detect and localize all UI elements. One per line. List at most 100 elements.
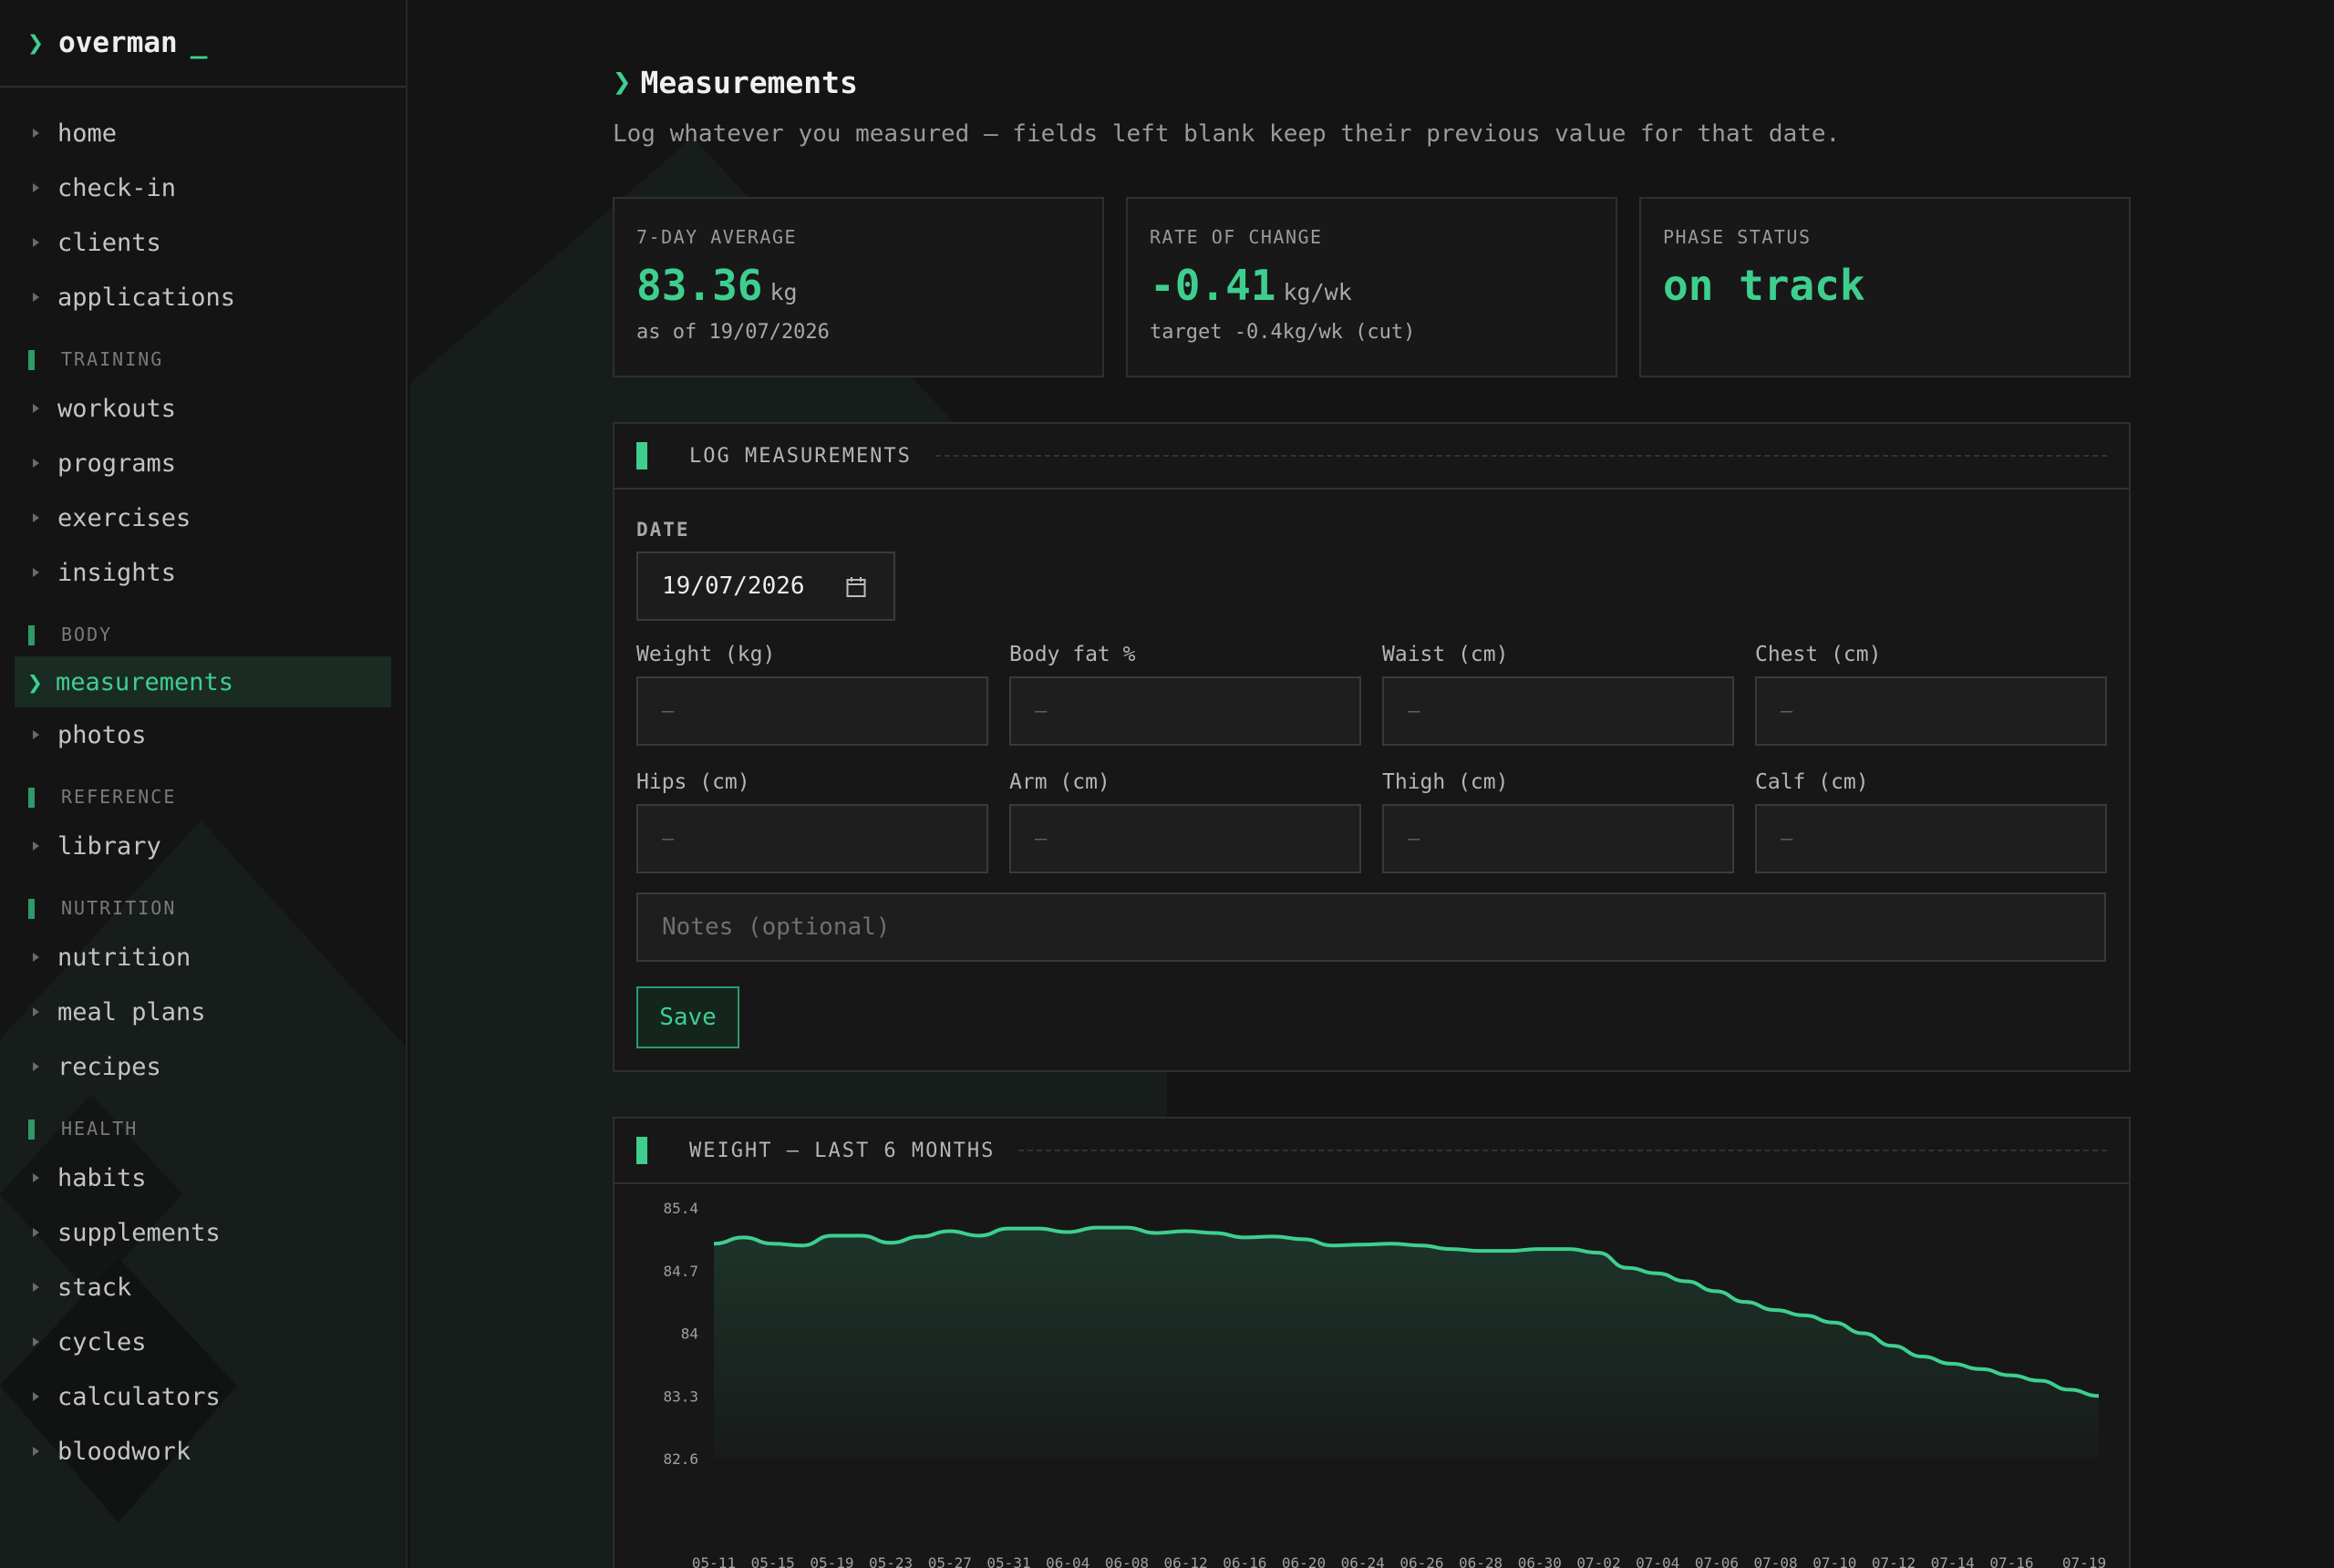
sidebar-item-label: meal plans	[57, 997, 206, 1026]
notes-placeholder: Notes (optional)	[662, 913, 891, 941]
app-brand[interactable]: ❯ overman _	[0, 0, 406, 88]
sidebar-item-stack[interactable]: stack	[0, 1260, 406, 1315]
arm-label: Arm (cm)	[1009, 770, 1110, 794]
body-fat-label: Body fat %	[1009, 643, 1136, 666]
x-tick-label: 05-31	[986, 1554, 1030, 1568]
calendar-icon[interactable]	[846, 576, 866, 598]
app-name: overman	[58, 26, 178, 59]
sidebar-item-applications[interactable]: applications	[0, 270, 406, 325]
accent-bar	[636, 1137, 647, 1164]
caret-right-icon	[33, 841, 39, 851]
page-subtitle: Log whatever you measured — fields left …	[613, 120, 1841, 148]
sidebar-item-bloodwork[interactable]: bloodwork	[0, 1424, 406, 1479]
calf-field[interactable]: –	[1755, 804, 2107, 873]
sidebar-item-home[interactable]: home	[0, 106, 406, 160]
panel-header: WEIGHT — LAST 6 MONTHS	[614, 1119, 2129, 1184]
body-fat-field[interactable]: –	[1009, 676, 1361, 746]
sidebar-item-measurements[interactable]: ❯ measurements	[15, 656, 391, 707]
caret-right-icon	[33, 238, 39, 247]
section-marker	[28, 350, 35, 370]
sidebar-item-meal-plans[interactable]: meal plans	[0, 985, 406, 1039]
sidebar-item-exercises[interactable]: exercises	[0, 490, 406, 545]
stat-card-7day-average: 7-DAY AVERAGE 83.36 kg as of 19/07/2026	[613, 197, 1104, 377]
section-label-body: BODY	[0, 600, 406, 656]
divider	[1018, 1150, 2107, 1151]
section-title: HEALTH	[61, 1118, 139, 1140]
section-marker	[28, 1119, 35, 1140]
sidebar-item-workouts[interactable]: workouts	[0, 381, 406, 436]
caret-right-icon	[33, 953, 39, 962]
sidebar-item-calculators[interactable]: calculators	[0, 1369, 406, 1424]
x-tick-label: 06-28	[1459, 1554, 1503, 1568]
section-label-training: TRAINING	[0, 325, 406, 381]
x-tick-label: 07-16	[1989, 1554, 2033, 1568]
weight-field[interactable]: –	[636, 676, 988, 746]
section-label-nutrition: NUTRITION	[0, 873, 406, 930]
field-placeholder: –	[1035, 827, 1048, 851]
y-tick-label: 82.6	[663, 1450, 698, 1468]
date-value: 19/07/2026	[662, 573, 805, 600]
chest-field[interactable]: –	[1755, 676, 2107, 746]
stat-value: -0.41 kg/wk	[1150, 261, 1594, 310]
sidebar-item-label: bloodwork	[57, 1437, 191, 1466]
sidebar-item-insights[interactable]: insights	[0, 545, 406, 600]
sidebar-item-programs[interactable]: programs	[0, 436, 406, 490]
calf-label: Calf (cm)	[1755, 770, 1869, 794]
sidebar-item-clients[interactable]: clients	[0, 215, 406, 270]
x-tick-label: 06-30	[1518, 1554, 1562, 1568]
x-tick-label: 07-12	[1872, 1554, 1916, 1568]
sidebar-item-supplements[interactable]: supplements	[0, 1205, 406, 1260]
sidebar-item-library[interactable]: library	[0, 819, 406, 873]
sidebar-item-label: clients	[57, 228, 161, 257]
sidebar-item-habits[interactable]: habits	[0, 1150, 406, 1205]
stat-number: on track	[1663, 261, 1865, 310]
x-tick-label: 05-27	[928, 1554, 972, 1568]
accent-bar	[636, 442, 647, 469]
x-tick-label: 05-23	[869, 1554, 913, 1568]
x-tick-label: 05-11	[692, 1554, 736, 1568]
sidebar-item-label: check-in	[57, 173, 177, 202]
x-tick-label: 05-15	[751, 1554, 795, 1568]
section-marker	[28, 625, 35, 645]
x-tick-label: 07-06	[1695, 1554, 1739, 1568]
sidebar-item-label: recipes	[57, 1052, 161, 1081]
caret-right-icon	[33, 1283, 39, 1292]
y-tick-label: 84	[681, 1326, 698, 1343]
chest-label: Chest (cm)	[1755, 643, 1882, 666]
section-label-health: HEALTH	[0, 1094, 406, 1150]
sidebar-item-recipes[interactable]: recipes	[0, 1039, 406, 1094]
caret-right-icon	[33, 129, 39, 138]
weight-chart-panel: WEIGHT — LAST 6 MONTHS 85.4 84.7 84 83.3 82.…	[613, 1117, 2131, 1568]
stat-number: -0.41	[1150, 261, 1276, 310]
sidebar-item-photos[interactable]: photos	[0, 707, 406, 762]
stat-number: 83.36	[636, 261, 763, 310]
date-input[interactable]: 19/07/2026	[636, 552, 895, 621]
waist-field[interactable]: –	[1382, 676, 1734, 746]
x-tick-label: 07-08	[1754, 1554, 1798, 1568]
sidebar-item-label: nutrition	[57, 943, 191, 972]
notes-input[interactable]: Notes (optional)	[636, 892, 2106, 962]
panel-title: LOG MEASUREMENTS	[689, 444, 912, 468]
x-tick-label: 07-10	[1812, 1554, 1856, 1568]
arm-field[interactable]: –	[1009, 804, 1361, 873]
weight-area	[714, 1227, 2099, 1459]
panel-header: LOG MEASUREMENTS	[614, 424, 2129, 490]
stat-unit: kg/wk	[1283, 279, 1352, 305]
section-title: BODY	[61, 624, 113, 645]
sidebar: ❯ overman _ home check-in clients applicati…	[0, 0, 408, 1568]
hips-field[interactable]: –	[636, 804, 988, 873]
sidebar-item-cycles[interactable]: cycles	[0, 1315, 406, 1369]
chevron-right-icon: ❯	[27, 26, 45, 59]
x-tick-label: 07-04	[1636, 1554, 1679, 1568]
thigh-field[interactable]: –	[1382, 804, 1734, 873]
sidebar-item-check-in[interactable]: check-in	[0, 160, 406, 215]
caret-right-icon	[33, 1173, 39, 1182]
save-button[interactable]: Save	[636, 986, 739, 1048]
caret-right-icon	[33, 293, 39, 302]
caret-right-icon	[33, 404, 39, 413]
field-placeholder: –	[1781, 827, 1793, 851]
caret-right-icon	[33, 1447, 39, 1456]
sidebar-item-label: habits	[57, 1163, 147, 1192]
sidebar-item-nutrition[interactable]: nutrition	[0, 930, 406, 985]
sidebar-item-label: photos	[57, 720, 147, 749]
